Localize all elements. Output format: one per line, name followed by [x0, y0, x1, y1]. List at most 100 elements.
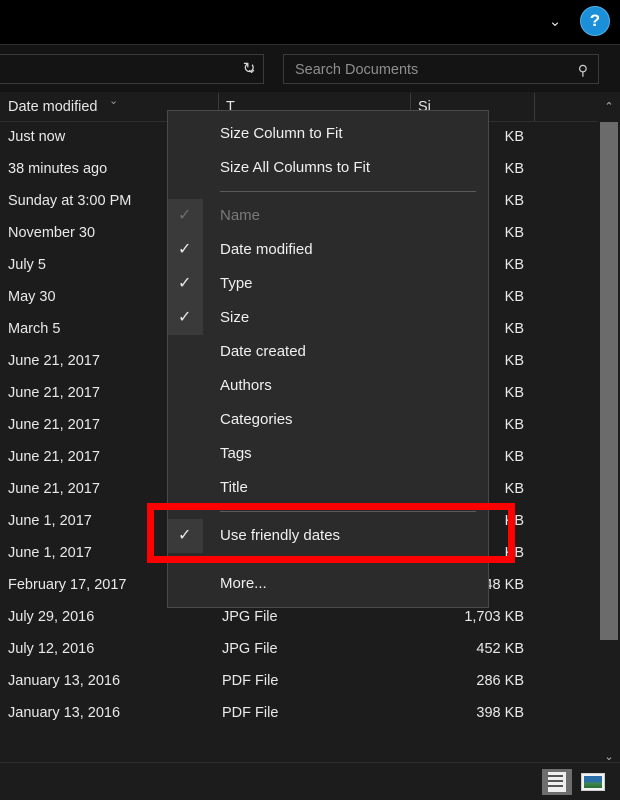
cell-size: KB — [504, 257, 524, 273]
title-bar: ⌄ ? — [0, 0, 620, 44]
cell-size: 398 KB — [476, 705, 524, 721]
menu-item-label: Size Column to Fit — [220, 125, 343, 142]
menu-item-title[interactable]: Title — [168, 471, 488, 505]
cell-date-modified: June 1, 2017 — [8, 545, 92, 561]
menu-item-gutter — [168, 567, 203, 601]
cell-size: KB — [504, 161, 524, 177]
cell-size: KB — [504, 289, 524, 305]
cell-date-modified: June 1, 2017 — [8, 513, 92, 529]
cell-size: KB — [504, 353, 524, 369]
cell-date-modified: June 21, 2017 — [8, 353, 100, 369]
menu-item-gutter: ✓ — [168, 199, 203, 233]
refresh-icon[interactable]: ↻ — [238, 59, 260, 81]
chevron-down-icon[interactable]: ⌄ — [542, 10, 568, 34]
cell-date-modified: June 21, 2017 — [8, 449, 100, 465]
menu-item-name: ✓ Name — [168, 199, 488, 233]
cell-size: 452 KB — [476, 641, 524, 657]
cell-size: KB — [504, 449, 524, 465]
menu-item-label: Authors — [220, 377, 272, 394]
help-icon[interactable]: ? — [580, 6, 610, 36]
check-icon: ✓ — [178, 309, 192, 326]
cell-type: PDF File — [222, 673, 279, 689]
menu-item-label: Size — [220, 309, 250, 326]
cell-date-modified: June 21, 2017 — [8, 385, 100, 401]
cell-date-modified: January 13, 2016 — [8, 673, 121, 689]
cell-size: KB — [504, 321, 524, 337]
menu-item-gutter — [168, 369, 203, 403]
column-divider[interactable] — [534, 93, 535, 121]
column-header-label: Date modified — [8, 99, 98, 115]
cell-date-modified: July 5 — [8, 257, 46, 273]
cell-date-modified: July 29, 2016 — [8, 609, 95, 625]
cell-type: JPG File — [222, 641, 278, 657]
cell-size: KB — [504, 129, 524, 145]
menu-item-gutter — [168, 335, 203, 369]
cell-date-modified: Sunday at 3:00 PM — [8, 193, 132, 209]
menu-item-label: Size All Columns to Fit — [220, 159, 371, 176]
menu-item-date-created[interactable]: Date created — [168, 335, 488, 369]
menu-item-categories[interactable]: Categories — [168, 403, 488, 437]
menu-item-gutter: ✓ — [168, 267, 203, 301]
cell-date-modified: February 17, 2017 — [8, 577, 127, 593]
cell-date-modified: June 21, 2017 — [8, 481, 100, 497]
cell-date-modified: November 30 — [8, 225, 96, 241]
menu-item-gutter — [168, 117, 203, 151]
menu-item-label: More... — [220, 575, 267, 592]
check-icon: ✓ — [178, 275, 192, 292]
menu-item-type[interactable]: ✓ Type — [168, 267, 488, 301]
annotation-highlight-box — [147, 503, 515, 563]
vertical-scrollbar[interactable]: ⌃ ⌄ — [598, 96, 620, 768]
cell-type: JPG File — [222, 609, 278, 625]
details-view-button[interactable] — [542, 769, 572, 795]
scroll-up-icon[interactable]: ⌃ — [598, 96, 620, 118]
menu-item-authors[interactable]: Authors — [168, 369, 488, 403]
menu-item-label: Date created — [220, 343, 306, 360]
menu-item-more[interactable]: More... — [168, 567, 488, 601]
cell-date-modified: March 5 — [8, 321, 61, 337]
search-icon[interactable]: ⚲ — [578, 60, 588, 80]
menu-item-gutter: ✓ — [168, 233, 203, 267]
menu-item-gutter — [168, 151, 203, 185]
table-row[interactable]: January 13, 2016 PDF File 286 KB — [0, 666, 596, 698]
cell-date-modified: 38 minutes ago — [8, 161, 108, 177]
cell-size: KB — [504, 481, 524, 497]
cell-type: PDF File — [222, 705, 279, 721]
address-bar[interactable]: ⌄ — [0, 54, 264, 84]
search-placeholder: Search Documents — [295, 62, 419, 78]
cell-size: KB — [504, 225, 524, 241]
large-icons-view-button[interactable] — [578, 769, 608, 795]
menu-separator — [220, 191, 476, 192]
large-icons-view-icon — [581, 773, 605, 791]
navigation-bar: ⌄ ↻ Search Documents ⚲ — [0, 44, 620, 92]
menu-item-label: Type — [220, 275, 253, 292]
cell-date-modified: January 13, 2016 — [8, 705, 121, 721]
search-input[interactable]: Search Documents ⚲ — [283, 54, 599, 84]
check-icon: ✓ — [178, 207, 192, 224]
menu-item-gutter — [168, 471, 203, 505]
menu-item-size-all-columns-to-fit[interactable]: Size All Columns to Fit — [168, 151, 488, 185]
menu-item-label: Title — [220, 479, 248, 496]
cell-date-modified: Just now — [8, 129, 66, 145]
table-row[interactable]: January 13, 2016 PDF File 398 KB — [0, 698, 596, 730]
scrollbar-thumb[interactable] — [600, 122, 618, 640]
cell-size: KB — [504, 385, 524, 401]
menu-item-size[interactable]: ✓ Size — [168, 301, 488, 335]
file-explorer-window: ⌄ ? ⌄ ↻ Search Documents ⚲ Date modified… — [0, 0, 620, 800]
chevron-down-icon: ⌄ — [109, 95, 119, 107]
menu-item-tags[interactable]: Tags — [168, 437, 488, 471]
menu-item-gutter — [168, 403, 203, 437]
menu-item-label: Tags — [220, 445, 252, 462]
check-icon: ✓ — [178, 241, 192, 258]
status-bar — [0, 762, 620, 800]
cell-size: KB — [504, 417, 524, 433]
cell-size: KB — [504, 193, 524, 209]
cell-date-modified: May 30 — [8, 289, 56, 305]
table-row[interactable]: July 12, 2016 JPG File 452 KB — [0, 634, 596, 666]
details-view-icon — [548, 772, 566, 792]
menu-item-label: Categories — [220, 411, 293, 428]
menu-item-date-modified[interactable]: ✓ Date modified — [168, 233, 488, 267]
menu-item-size-column-to-fit[interactable]: Size Column to Fit — [168, 117, 488, 151]
cell-date-modified: June 21, 2017 — [8, 417, 100, 433]
column-header-date-modified[interactable]: Date modified ⌄ — [8, 95, 118, 118]
menu-item-gutter: ✓ — [168, 301, 203, 335]
